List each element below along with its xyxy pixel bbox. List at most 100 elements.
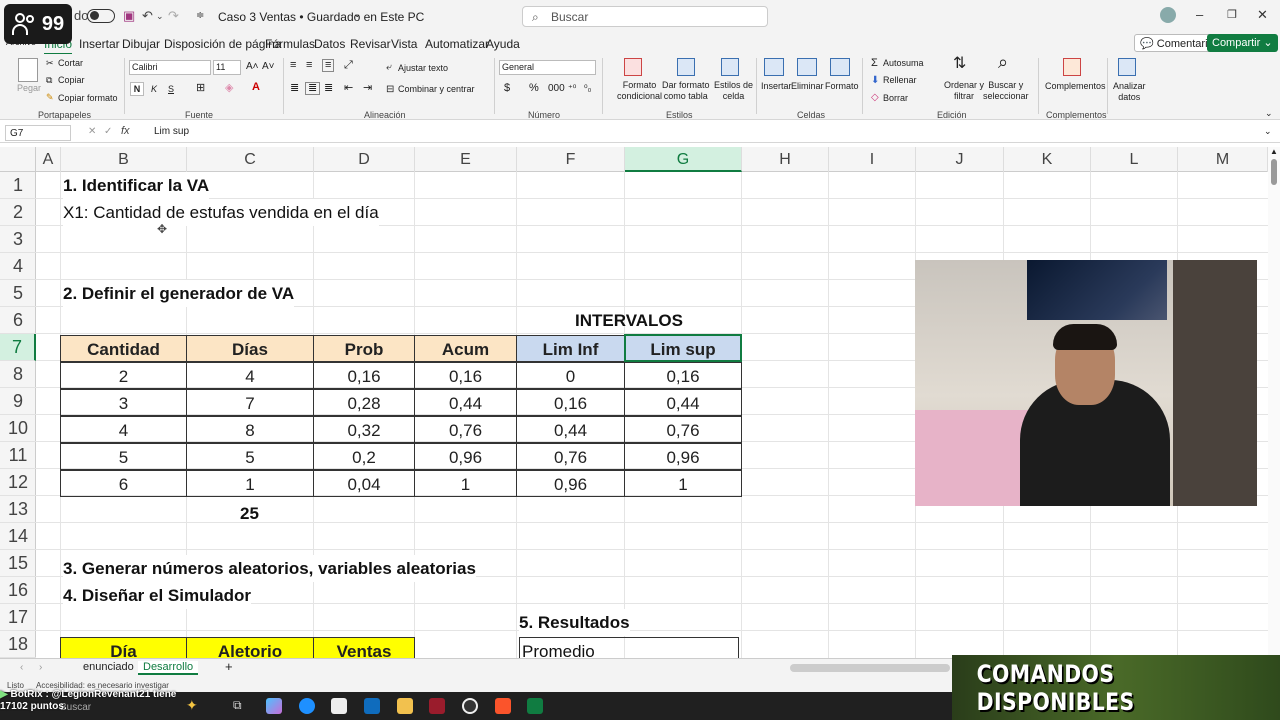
cell-styles-button[interactable]: Estilos de celda: [714, 80, 753, 102]
table-header-lim-inf[interactable]: Lim Inf: [516, 335, 625, 362]
align-left-icon[interactable]: ≣: [290, 83, 299, 94]
table-header-acum[interactable]: Acum: [414, 335, 517, 362]
col-header-j[interactable]: J: [916, 147, 1004, 172]
percent-icon[interactable]: %: [529, 83, 539, 94]
currency-icon[interactable]: $: [504, 83, 510, 94]
font-color-icon[interactable]: A: [252, 82, 260, 93]
tab-dibujar[interactable]: Dibujar: [122, 37, 160, 51]
copilot-app-icon[interactable]: [266, 698, 282, 714]
addins-icon[interactable]: [1063, 58, 1081, 76]
customize-toolbar-icon[interactable]: ≑: [196, 10, 204, 21]
fill-icon[interactable]: ⬇: [871, 75, 879, 86]
chevron-down-icon[interactable]: ⌄: [353, 9, 361, 20]
format-painter-button[interactable]: Copiar formato: [58, 93, 118, 104]
row-header-selected[interactable]: 7: [0, 334, 36, 361]
autosum-icon[interactable]: Σ: [871, 58, 878, 69]
format-as-table-icon[interactable]: [677, 58, 695, 76]
close-icon[interactable]: ✕: [1257, 7, 1268, 23]
clear-button[interactable]: Borrar: [883, 93, 908, 104]
table-cell[interactable]: 0: [516, 362, 625, 389]
task-view-icon[interactable]: ⧉: [233, 698, 242, 713]
row-header[interactable]: 17: [0, 604, 36, 631]
expand-formula-icon[interactable]: ⌄: [1264, 126, 1272, 137]
decrease-decimal-icon[interactable]: ⁰₀: [584, 83, 591, 94]
find-icon[interactable]: ⌕: [998, 53, 1008, 71]
cell-b16-heading[interactable]: 4. Diseñar el Simulador: [63, 582, 252, 609]
orientation-icon[interactable]: ⤢: [344, 60, 353, 71]
undo-dropdown-icon[interactable]: ⌄: [156, 11, 164, 22]
total-days[interactable]: 25: [186, 500, 313, 527]
row-header[interactable]: 12: [0, 469, 36, 496]
save-icon[interactable]: ▣: [123, 8, 135, 24]
format-cells-button[interactable]: Formato: [825, 81, 859, 92]
font-size-select[interactable]: 11: [213, 60, 241, 75]
table-cell[interactable]: 0,16: [516, 389, 625, 416]
next-sheet-icon[interactable]: ›: [39, 662, 42, 673]
table-header-dias[interactable]: Días: [186, 335, 314, 362]
table-header-cantidad[interactable]: Cantidad: [60, 335, 187, 362]
table-cell[interactable]: 1: [624, 470, 742, 497]
fill-color-icon[interactable]: ◈: [225, 83, 233, 94]
document-title[interactable]: Caso 3 Ventas • Guardado en Este PC: [218, 10, 424, 24]
intervals-title[interactable]: INTERVALOS: [564, 307, 694, 334]
format-cells-icon[interactable]: [830, 58, 850, 76]
table-cell[interactable]: 4: [186, 362, 314, 389]
table-cell[interactable]: 0,16: [624, 362, 742, 389]
row-header[interactable]: 9: [0, 388, 36, 415]
cut-icon[interactable]: ✂: [46, 58, 54, 69]
row-header[interactable]: 8: [0, 361, 36, 388]
paste-button[interactable]: Pegar: [17, 83, 41, 94]
row-header[interactable]: 10: [0, 415, 36, 442]
borders-icon[interactable]: ⊞: [196, 83, 205, 94]
tab-ayuda[interactable]: Ayuda: [486, 37, 520, 51]
table-cell[interactable]: 0,2: [313, 443, 415, 470]
sort-filter-button[interactable]: Ordenar y filtrar: [944, 80, 984, 102]
cell-styles-icon[interactable]: [721, 58, 739, 76]
cell-b15-heading[interactable]: 3. Generar números aleatorios, variables…: [63, 555, 476, 582]
row-header[interactable]: 6: [0, 307, 36, 334]
autosum-button[interactable]: Autosuma: [883, 58, 924, 69]
sheet-tab-desarrollo[interactable]: Desarrollo: [138, 661, 199, 675]
table-cell[interactable]: 0,32: [313, 416, 415, 443]
col-header-e[interactable]: E: [415, 147, 517, 172]
wrap-text-icon[interactable]: ⤶: [386, 62, 392, 73]
merge-icon[interactable]: ⊟: [386, 84, 394, 95]
row-header[interactable]: 2: [0, 199, 36, 226]
table-cell[interactable]: 0,76: [516, 443, 625, 470]
format-as-table-button[interactable]: Dar formato como tabla: [662, 80, 710, 102]
table-cell[interactable]: 7: [186, 389, 314, 416]
increase-indent-icon[interactable]: ⇥: [363, 83, 372, 94]
paste-icon[interactable]: [18, 58, 38, 82]
brave-icon[interactable]: [495, 698, 511, 714]
vertical-scrollbar[interactable]: ▲: [1268, 147, 1280, 658]
table-cell[interactable]: 0,76: [414, 416, 517, 443]
clear-icon[interactable]: ◇: [871, 92, 879, 103]
table-cell[interactable]: 3: [60, 389, 187, 416]
shrink-font-icon[interactable]: A˅: [262, 61, 275, 72]
format-painter-icon[interactable]: ✎: [46, 92, 54, 103]
row-header[interactable]: 13: [0, 496, 36, 523]
table-cell[interactable]: 1: [414, 470, 517, 497]
tab-vista[interactable]: Vista: [391, 37, 417, 51]
col-header-f[interactable]: F: [517, 147, 625, 172]
scroll-up-icon[interactable]: ▲: [1270, 147, 1278, 156]
conditional-format-button[interactable]: Formato condicional: [617, 80, 662, 102]
row-header[interactable]: 11: [0, 442, 36, 469]
align-top-icon[interactable]: ≡: [290, 60, 296, 71]
confirm-entry-icon[interactable]: ✓: [104, 126, 112, 137]
align-middle-icon[interactable]: ≡: [306, 60, 312, 71]
table-cell[interactable]: 0,28: [313, 389, 415, 416]
fill-button[interactable]: Rellenar: [883, 75, 917, 86]
copilot-icon[interactable]: ✦: [186, 697, 198, 714]
select-all-corner[interactable]: [0, 147, 36, 172]
collapse-ribbon-icon[interactable]: ⌄: [1265, 108, 1273, 119]
table-cell[interactable]: 0,44: [414, 389, 517, 416]
undo-icon[interactable]: ↶: [142, 8, 153, 24]
search-input[interactable]: ⌕ Buscar: [522, 6, 768, 27]
table-cell[interactable]: 0,16: [313, 362, 415, 389]
results-heading[interactable]: 5. Resultados: [519, 609, 630, 636]
delete-cells-button[interactable]: Eliminar: [791, 81, 824, 92]
insert-cells-button[interactable]: Insertar: [761, 81, 792, 92]
add-sheet-button[interactable]: +: [225, 659, 233, 674]
formula-input[interactable]: Lim sup: [154, 126, 189, 137]
